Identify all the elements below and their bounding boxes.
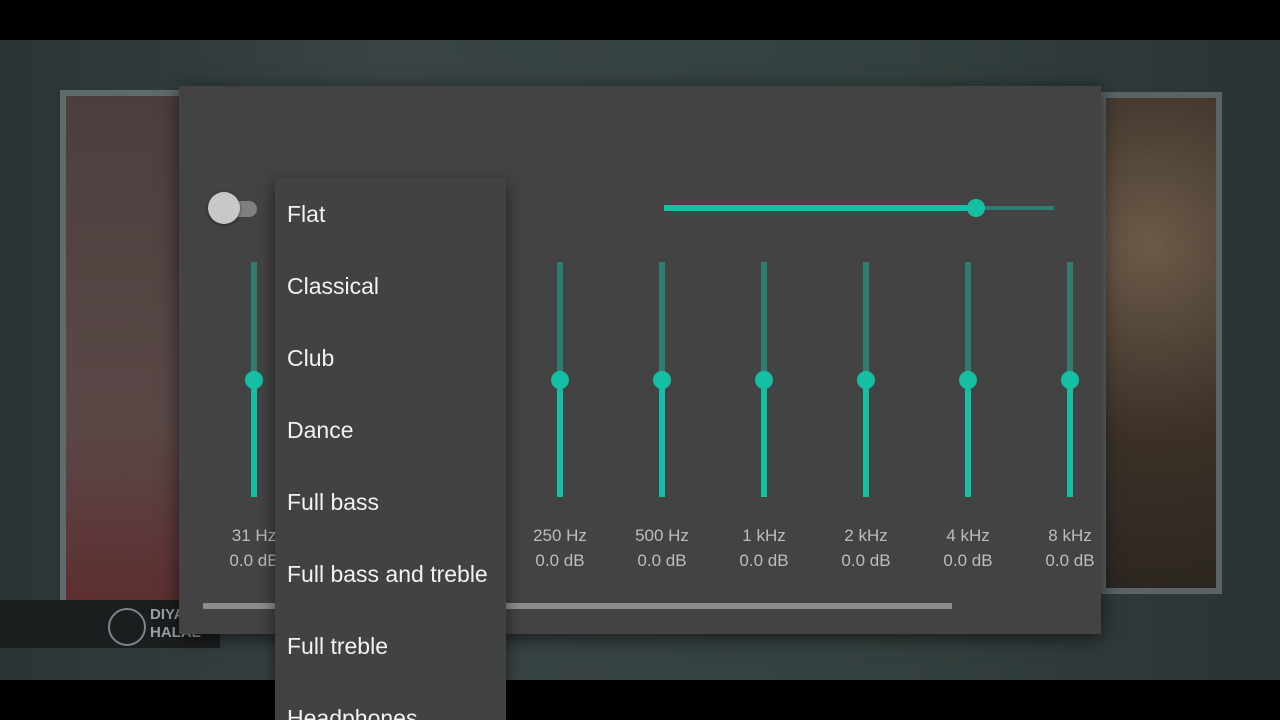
band-slider-fill [251, 379, 257, 497]
band-gain-label: 0.0 dB [841, 551, 891, 570]
band-frequency-label: 2 kHz [844, 526, 888, 545]
band-slider[interactable] [550, 262, 570, 497]
band-slider-knob[interactable] [653, 370, 671, 389]
band-slider-knob[interactable] [857, 370, 875, 389]
background-poster-left [60, 90, 192, 642]
preset-option[interactable]: Club [275, 322, 506, 394]
band-slider-fill [863, 379, 869, 497]
band-gain-label: 0.0 dB [739, 551, 789, 570]
preset-dropdown-menu: Flat Classical Club Dance Full bass Full bass… [275, 178, 506, 720]
master-slider-fill [664, 205, 976, 211]
band-frequency-label: 1 kHz [742, 526, 786, 545]
band-slider[interactable] [958, 262, 978, 497]
preset-option[interactable]: Dance [275, 394, 506, 466]
band-gain-label: 0.0 dB [637, 551, 687, 570]
band-6: 2 kHz 0.0 dB [816, 262, 916, 572]
master-slider-knob[interactable] [967, 199, 985, 217]
band-slider[interactable] [652, 262, 672, 497]
band-4: 500 Hz 0.0 dB [612, 262, 712, 572]
band-3: 250 Hz 0.0 dB [510, 262, 610, 572]
preset-option[interactable]: Headphones [275, 682, 506, 720]
band-slider-fill [1067, 379, 1073, 497]
band-slider[interactable] [754, 262, 774, 497]
preset-option[interactable]: Flat [275, 178, 506, 250]
band-slider[interactable] [856, 262, 876, 497]
band-frequency-label: 500 Hz [635, 526, 689, 545]
band-slider[interactable] [244, 262, 264, 497]
switch-thumb [208, 192, 240, 224]
band-slider-fill [659, 379, 665, 497]
band-slider-knob[interactable] [245, 370, 263, 389]
band-slider-knob[interactable] [755, 370, 773, 389]
band-slider[interactable] [1060, 262, 1080, 497]
band-slider-fill [965, 379, 971, 497]
band-frequency-label: 4 kHz [946, 526, 990, 545]
band-slider-knob[interactable] [1061, 370, 1079, 389]
band-5: 1 kHz 0.0 dB [714, 262, 814, 572]
band-gain-label: 0.0 dB [943, 551, 993, 570]
master-level-slider[interactable] [664, 198, 1054, 218]
band-frequency-label: 8 kHz [1048, 526, 1092, 545]
background-poster-right [1100, 92, 1222, 594]
band-slider-fill [761, 379, 767, 497]
equalizer-enable-switch[interactable] [208, 192, 259, 224]
preset-option[interactable]: Full treble [275, 610, 506, 682]
preset-option[interactable]: Full bass and treble [275, 538, 506, 610]
band-gain-label: 0.0 dB [535, 551, 585, 570]
band-7: 4 kHz 0.0 dB [918, 262, 1018, 572]
halal-seal-icon [108, 608, 146, 646]
band-slider-knob[interactable] [551, 370, 569, 389]
band-frequency-label: 250 Hz [533, 526, 587, 545]
band-8: 8 kHz 0.0 dB [1020, 262, 1101, 572]
band-slider-knob[interactable] [959, 370, 977, 389]
preset-option[interactable]: Classical [275, 250, 506, 322]
preset-option[interactable]: Full bass [275, 466, 506, 538]
band-gain-label: 0.0 dB [1045, 551, 1095, 570]
band-slider-fill [557, 379, 563, 497]
